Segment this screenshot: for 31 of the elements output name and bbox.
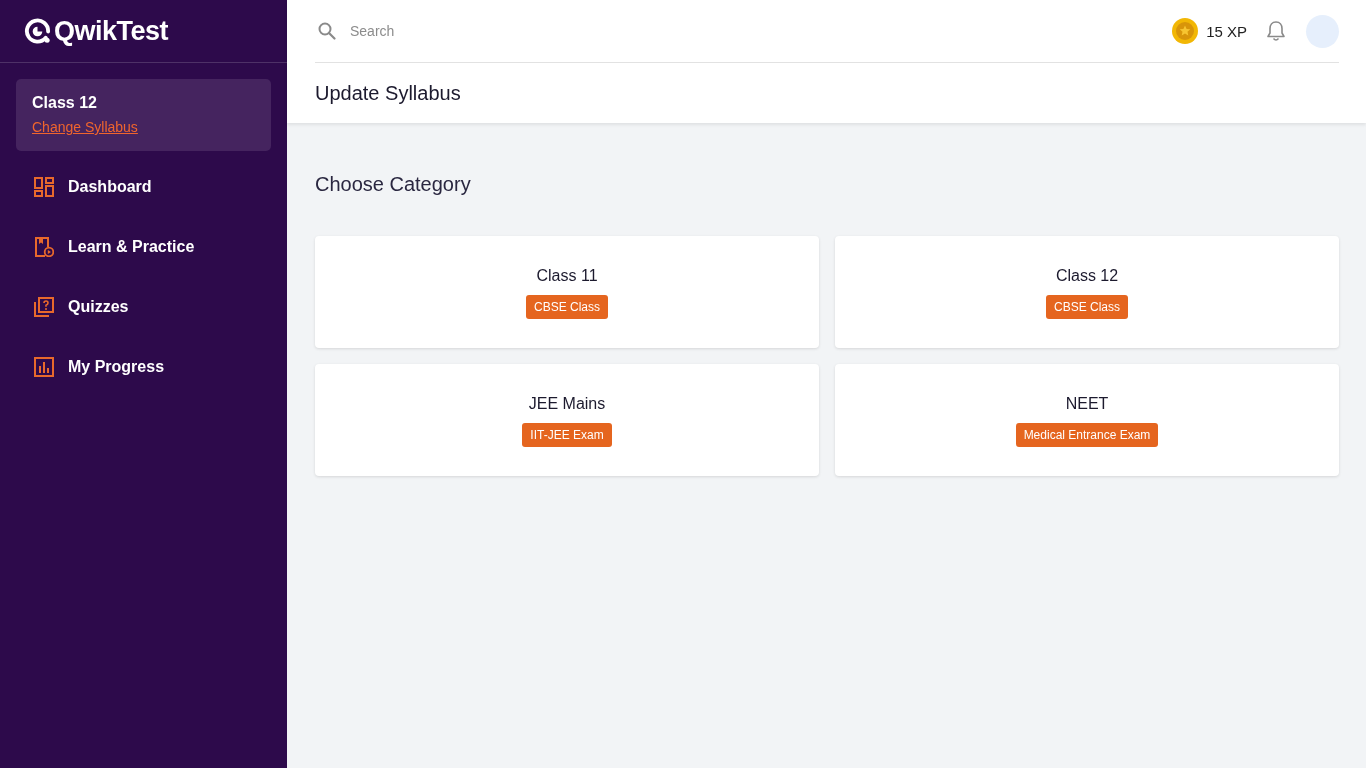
- category-card[interactable]: JEE Mains IIT-JEE Exam: [315, 364, 819, 476]
- nav-item[interactable]: My Progress: [0, 337, 287, 397]
- category-tag: Medical Entrance Exam: [1015, 423, 1159, 447]
- page-title: Update Syllabus: [315, 81, 461, 105]
- search-field[interactable]: Search: [350, 19, 550, 43]
- category-title: Class 12: [1055, 266, 1119, 286]
- category-card[interactable]: NEET Medical Entrance Exam: [835, 364, 1339, 476]
- logo-icon: [24, 17, 51, 45]
- change-syllabus-link[interactable]: Change Syllabus: [32, 118, 138, 136]
- nav-item[interactable]: Learn & Practice: [0, 217, 287, 277]
- nav-item[interactable]: Quizzes: [0, 277, 287, 337]
- category-tag: CBSE Class: [526, 295, 608, 319]
- xp-count: 15 XP: [1206, 22, 1247, 40]
- question-cards-icon: [34, 297, 54, 317]
- category-tag: IIT-JEE Exam: [522, 423, 612, 447]
- search-icon: [318, 22, 336, 40]
- category-card[interactable]: Class 12 CBSE Class: [835, 236, 1339, 348]
- category-tag: CBSE Class: [1046, 295, 1128, 319]
- logo-text: QwikTest: [54, 15, 169, 47]
- nav-item[interactable]: Dashboard: [0, 157, 287, 217]
- bar-chart-icon: [34, 357, 54, 377]
- category-title: JEE Mains: [528, 394, 606, 414]
- category-title: Class 11: [536, 266, 598, 286]
- category-title: NEET: [1065, 394, 1109, 414]
- grid-icon: [34, 177, 54, 197]
- bell-icon[interactable]: [1266, 20, 1286, 42]
- syllabus-title: Class 12: [32, 93, 97, 113]
- star-coin-icon: [1172, 18, 1199, 44]
- document-play-icon: [34, 237, 54, 257]
- section-title: Choose Category: [315, 172, 472, 196]
- category-card[interactable]: Class 11 CBSE Class: [315, 236, 819, 348]
